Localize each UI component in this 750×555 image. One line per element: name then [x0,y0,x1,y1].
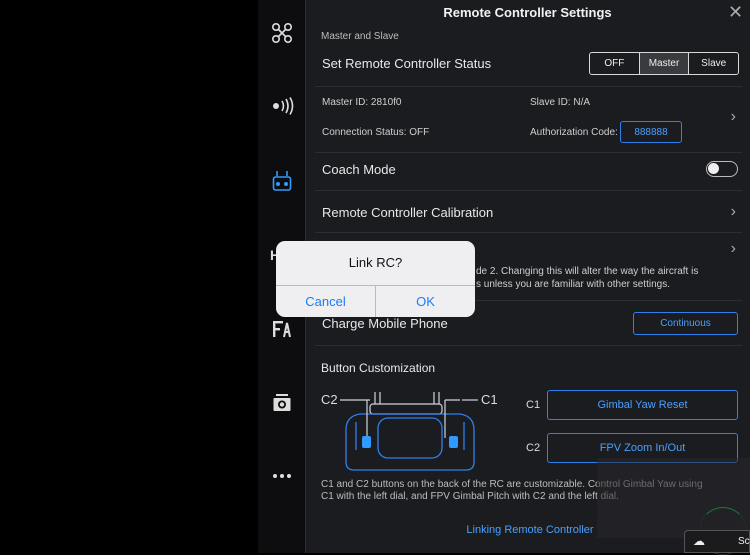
slave-id: Slave ID: N/A [530,97,591,108]
link-rc-dialog: Link RC? Cancel OK [276,241,475,317]
corner-widget[interactable]: ☁ Sc [684,530,750,553]
auth-code-label: Authorization Code: [530,127,618,138]
toggle-knob [708,163,719,174]
cloud-icon: ☁ [693,534,705,548]
c2-label: C2 [526,442,541,454]
c2-diagram-label: C2 [321,392,338,407]
stick-mode-desc-line2: s unless you are familiar with other set… [476,279,670,290]
section-master-slave: Master and Slave [321,31,399,42]
c1-diagram-label: C1 [481,392,498,407]
stick-mode-desc-line1: de 2. Changing this will alter the way t… [476,266,699,277]
remote-controller-icon[interactable] [268,169,296,193]
set-status-label: Set Remote Controller Status [322,56,492,71]
c1-label: C1 [526,399,541,411]
coach-mode-toggle[interactable] [706,161,738,177]
chevron-right-icon[interactable]: › [731,108,736,126]
chevron-right-icon[interactable]: › [731,203,736,221]
divider [315,190,742,191]
status-off-button[interactable]: OFF [590,53,640,74]
corner-label: Sc [738,536,750,547]
ok-button[interactable]: OK [376,286,475,317]
connection-status: Connection Status: OFF [322,127,430,138]
divider [315,345,742,346]
coach-mode-label: Coach Mode [322,162,396,177]
aircraft-icon[interactable] [268,21,296,45]
cancel-button[interactable]: Cancel [276,286,375,317]
c1-function-button[interactable]: Gimbal Yaw Reset [547,390,738,420]
rc-back-illustration [320,390,500,472]
status-segmented-control: OFF Master Slave [589,52,739,75]
dialog-title: Link RC? [348,255,403,270]
signal-icon[interactable] [268,94,296,118]
panel-title: Remote Controller Settings [443,5,612,20]
divider [315,232,742,233]
custom-desc-line2: C1 with the left dial, and FPV Gimbal Pi… [321,491,619,502]
divider [315,152,742,153]
button-customization-title: Button Customization [321,361,436,375]
left-background [0,0,258,553]
status-master-button[interactable]: Master [639,53,690,74]
status-slave-button[interactable]: Slave [689,53,738,74]
camera-icon[interactable] [268,391,296,415]
charge-mode-button[interactable]: Continuous [633,312,738,335]
calibration-item[interactable]: Remote Controller Calibration [322,205,493,220]
master-id: Master ID: 2810f0 [322,97,402,108]
charge-mobile-label: Charge Mobile Phone [322,316,448,331]
transmission-icon[interactable] [268,317,296,341]
chevron-right-icon[interactable]: › [731,240,736,258]
auth-code-field[interactable]: 888888 [620,121,682,143]
close-icon[interactable]: ✕ [728,2,743,23]
more-icon[interactable] [268,464,296,488]
divider [315,86,742,87]
